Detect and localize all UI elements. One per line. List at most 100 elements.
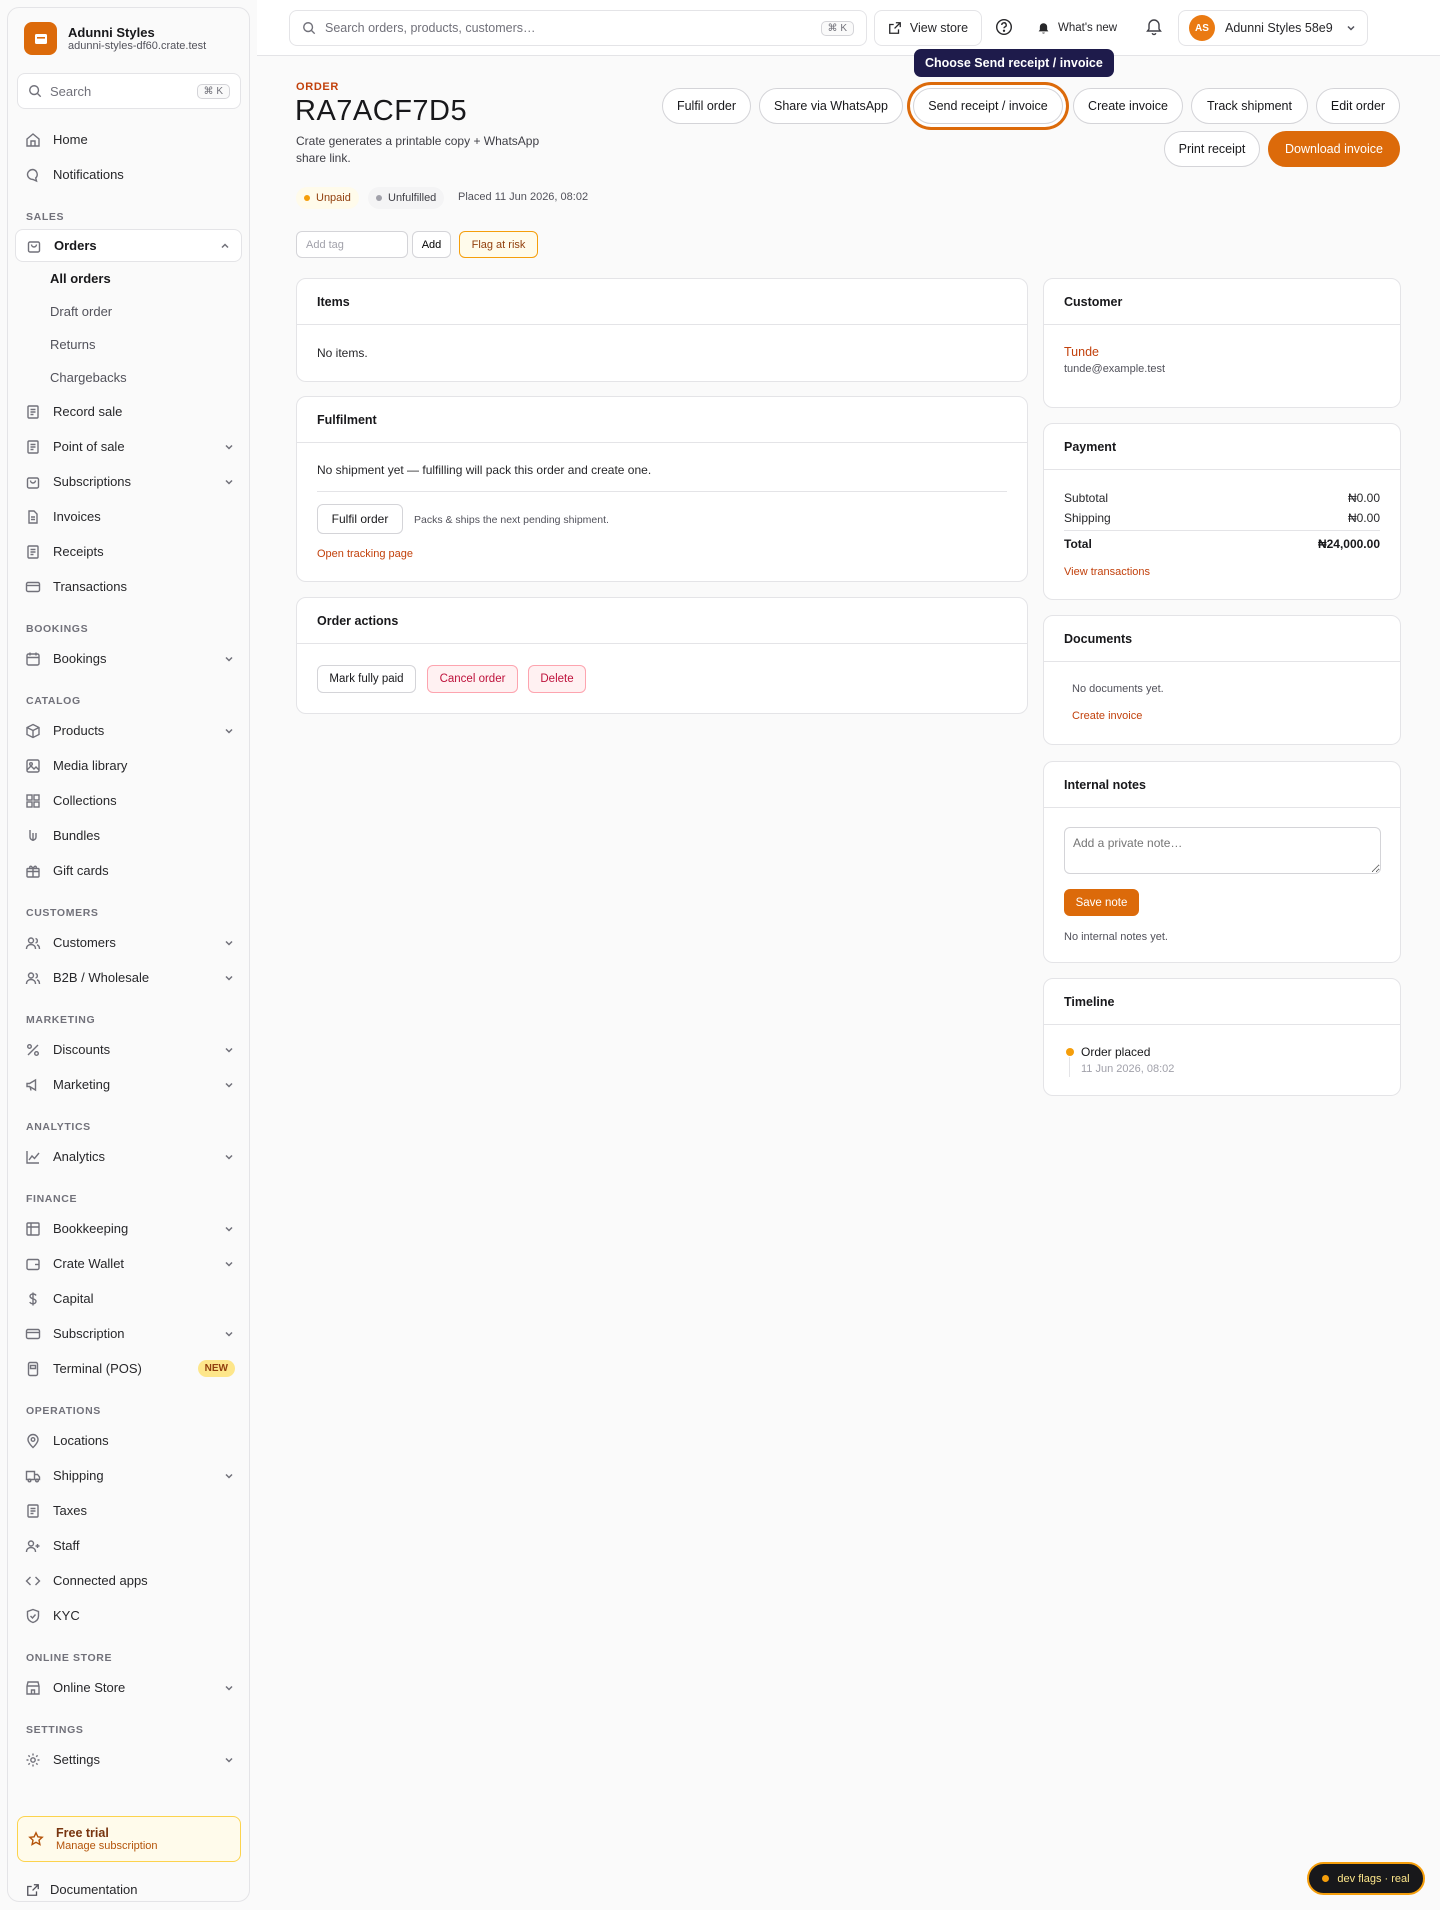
customer-name-link[interactable]: Tunde — [1064, 345, 1099, 359]
sidebar-subitem-all-orders[interactable]: All orders — [8, 262, 249, 295]
sidebar-item-subscription[interactable]: Subscription — [8, 1316, 249, 1351]
sidebar-item-invoices[interactable]: Invoices — [8, 499, 249, 534]
download-invoice-button[interactable]: Download invoice — [1268, 131, 1400, 167]
search-icon — [303, 22, 316, 35]
manage-subscription-link[interactable]: Manage subscription — [56, 1840, 158, 1853]
code-icon — [25, 1576, 41, 1585]
chevron-down-icon — [1347, 25, 1355, 31]
account-menu[interactable]: AS Adunni Styles 58e9 — [1178, 10, 1368, 46]
sidebar-item-taxes[interactable]: Taxes — [8, 1493, 249, 1528]
sidebar-item-customers[interactable]: Customers — [8, 925, 249, 960]
sidebar-item-products[interactable]: Products — [8, 713, 249, 748]
sidebar-item-label: Terminal (POS) — [53, 1361, 142, 1376]
open-tracking-link[interactable]: Open tracking page — [317, 548, 413, 560]
sidebar-item-subscriptions[interactable]: Subscriptions — [8, 464, 249, 499]
view-store-button[interactable]: View store — [874, 10, 982, 46]
track-shipment-button[interactable]: Track shipment — [1191, 88, 1308, 124]
create-invoice-link[interactable]: Create invoice — [1072, 710, 1142, 722]
view-transactions-link[interactable]: View transactions — [1064, 566, 1150, 578]
sidebar-item-staff[interactable]: Staff — [8, 1528, 249, 1563]
sidebar-item-notifications[interactable]: Notifications — [8, 157, 249, 192]
timeline-title: Timeline — [1044, 979, 1400, 1025]
sidebar-item-b2b-wholesale[interactable]: B2B / Wholesale — [8, 960, 249, 995]
sidebar-item-label: Analytics — [53, 1149, 106, 1164]
customer-email: tunde@example.test — [1064, 363, 1166, 375]
page-subtitle: Crate generates a printable copy + Whats… — [296, 134, 540, 165]
timeline-dot — [1066, 1048, 1074, 1056]
sidebar-subitem-returns[interactable]: Returns — [8, 328, 249, 361]
notifications-bell-icon[interactable] — [1145, 18, 1163, 36]
edit-order-button[interactable]: Edit order — [1316, 88, 1400, 124]
print-receipt-button[interactable]: Print receipt — [1164, 131, 1260, 167]
create-invoice-button[interactable]: Create invoice — [1073, 88, 1183, 124]
sidebar-item-collections[interactable]: Collections — [8, 783, 249, 818]
sidebar-subitem-chargebacks[interactable]: Chargebacks — [8, 361, 249, 394]
mark-fully-paid-button[interactable]: Mark fully paid — [317, 665, 416, 693]
sidebar-item-label: Transactions — [53, 579, 127, 594]
sidebar-item-bookkeeping[interactable]: Bookkeeping — [8, 1211, 249, 1246]
help-icon[interactable] — [995, 18, 1013, 36]
add-tag-input[interactable]: Add tag — [296, 231, 408, 258]
sidebar-item-transactions[interactable]: Transactions — [8, 569, 249, 604]
divider — [1064, 530, 1380, 531]
sidebar-item-marketing[interactable]: Marketing — [8, 1067, 249, 1102]
global-search-input[interactable]: Search orders, products, customers… ⌘ K — [289, 10, 867, 46]
sidebar-item-shipping[interactable]: Shipping — [8, 1458, 249, 1493]
payment-title: Payment — [1044, 424, 1400, 470]
sidebar-item-bookings[interactable]: Bookings — [8, 641, 249, 676]
terminal-device-icon — [27, 1361, 39, 1376]
sidebar-item-bundles[interactable]: Bundles — [8, 818, 249, 853]
sidebar-item-label: Bookkeeping — [53, 1221, 129, 1236]
send-receipt-invoice-button[interactable]: Send receipt / invoice — [913, 88, 1063, 124]
sidebar-item-online-store[interactable]: Online Store — [8, 1670, 249, 1705]
private-note-textarea[interactable] — [1064, 827, 1381, 874]
flag-at-risk-button[interactable]: Flag at risk — [459, 231, 538, 258]
share-whatsapp-button[interactable]: Share via WhatsApp — [759, 88, 903, 124]
sidebar-item-record-sale[interactable]: Record sale — [8, 394, 249, 429]
sidebar-item-home[interactable]: Home — [8, 122, 249, 157]
sidebar-item-analytics[interactable]: Analytics — [8, 1139, 249, 1174]
sidebar-item-crate-wallet[interactable]: Crate Wallet — [8, 1246, 249, 1281]
sidebar-item-terminal-pos[interactable]: Terminal (POS) NEW — [8, 1351, 249, 1386]
topbar: Search orders, products, customers… ⌘ K … — [257, 0, 1440, 56]
documents-card: Documents No documents yet. Create invoi… — [1043, 615, 1401, 745]
sidebar-item-discounts[interactable]: Discounts — [8, 1032, 249, 1067]
timeline-line — [1069, 1057, 1070, 1077]
sidebar-item-gift-cards[interactable]: Gift cards — [8, 853, 249, 888]
sidebar-item-locations[interactable]: Locations — [8, 1423, 249, 1458]
sidebar-item-connected-apps[interactable]: Connected apps — [8, 1563, 249, 1598]
whats-new-button[interactable]: What's new — [1037, 10, 1117, 46]
dollar-icon — [29, 1292, 37, 1305]
chevron-down-icon — [225, 1685, 233, 1691]
sidebar-item-receipts[interactable]: Receipts — [8, 534, 249, 569]
fulfil-order-button[interactable]: Fulfil order — [662, 88, 751, 124]
sidebar-item-media-library[interactable]: Media library — [8, 748, 249, 783]
sidebar-search[interactable]: Search ⌘ K — [17, 73, 241, 109]
page-kicker: ORDER — [296, 81, 340, 93]
sidebar-item-settings[interactable]: Settings — [8, 1742, 249, 1777]
fulfil-order-inline-button[interactable]: Fulfil order — [317, 504, 403, 534]
home-icon — [26, 132, 40, 147]
sidebar-item-label: Record sale — [53, 404, 123, 419]
dev-flags-pill[interactable]: dev flags · real — [1307, 1862, 1425, 1895]
add-tag-button[interactable]: Add — [412, 231, 451, 258]
status-dot — [304, 195, 310, 201]
sidebar-subitem-draft-order[interactable]: Draft order — [8, 295, 249, 328]
save-note-button[interactable]: Save note — [1064, 889, 1139, 916]
delete-order-button[interactable]: Delete — [528, 665, 586, 693]
shield-check-icon — [26, 1608, 40, 1623]
dev-flags-dot — [1322, 1875, 1330, 1882]
sidebar-item-label: Notifications — [53, 167, 124, 182]
store-switcher[interactable]: Adunni Styles adunni-styles-df60.crate.t… — [24, 22, 206, 55]
total-value: ₦24,000.00 — [1317, 537, 1380, 551]
search-shortcut: ⌘ K — [196, 83, 230, 99]
documentation-link[interactable]: Documentation — [26, 1882, 137, 1897]
search-icon — [29, 85, 42, 98]
free-trial-card[interactable]: Free trial Manage subscription — [17, 1816, 241, 1862]
sidebar-item-orders[interactable]: Orders — [15, 229, 242, 262]
sidebar-item-capital[interactable]: Capital — [8, 1281, 249, 1316]
sidebar-item-point-of-sale[interactable]: Point of sale — [8, 429, 249, 464]
sidebar-item-kyc[interactable]: KYC — [8, 1598, 249, 1633]
cancel-order-button[interactable]: Cancel order — [427, 665, 518, 693]
fulfilment-title: Fulfilment — [297, 397, 1027, 443]
